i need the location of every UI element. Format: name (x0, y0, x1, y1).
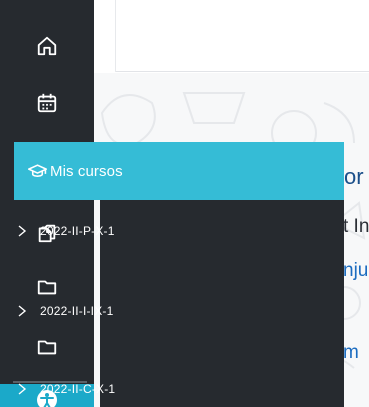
course-label: 2022-II-P-X-1 (40, 224, 115, 238)
course-item[interactable]: 2022-II-P-X-1 (0, 211, 244, 251)
course-label: 2022-II-C-X-1 (40, 382, 116, 396)
header-edge (94, 0, 116, 72)
sidebar-item-label: Mis cursos (50, 162, 123, 180)
content-link-fragment[interactable]: m (343, 342, 359, 364)
course-label: 2022-II-I-IX-1 (40, 304, 114, 318)
top-header (94, 0, 369, 72)
calendar-icon (37, 93, 57, 113)
graduation-cap-icon (28, 163, 47, 177)
chevron-right-icon (18, 225, 27, 237)
content-text-fragment: t In (343, 216, 369, 237)
chevron-right-icon (18, 305, 27, 317)
sidebar-item-folder[interactable] (31, 331, 63, 363)
folder-icon (37, 340, 57, 355)
content-link-fragment[interactable]: nju (343, 260, 368, 282)
sidebar-rail (0, 0, 94, 407)
chevron-right-icon (18, 383, 27, 395)
sidebar-item-home[interactable] (31, 30, 63, 62)
content-heading-fragment: or (344, 164, 364, 189)
course-item[interactable]: 2022-II-C-X-1 (0, 369, 244, 407)
sidebar-item-calendar[interactable] (31, 87, 63, 119)
course-item[interactable]: 2022-II-I-IX-1 (0, 291, 244, 331)
sidebar-item-mis-cursos[interactable]: Mis cursos (14, 142, 344, 200)
home-icon (37, 36, 57, 56)
